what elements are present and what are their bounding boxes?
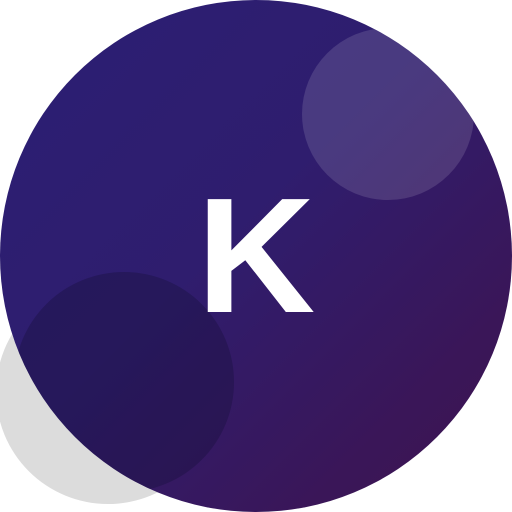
- avatar-initial: K: [196, 164, 316, 347]
- avatar-canvas: K: [0, 0, 512, 512]
- avatar: K: [0, 0, 512, 512]
